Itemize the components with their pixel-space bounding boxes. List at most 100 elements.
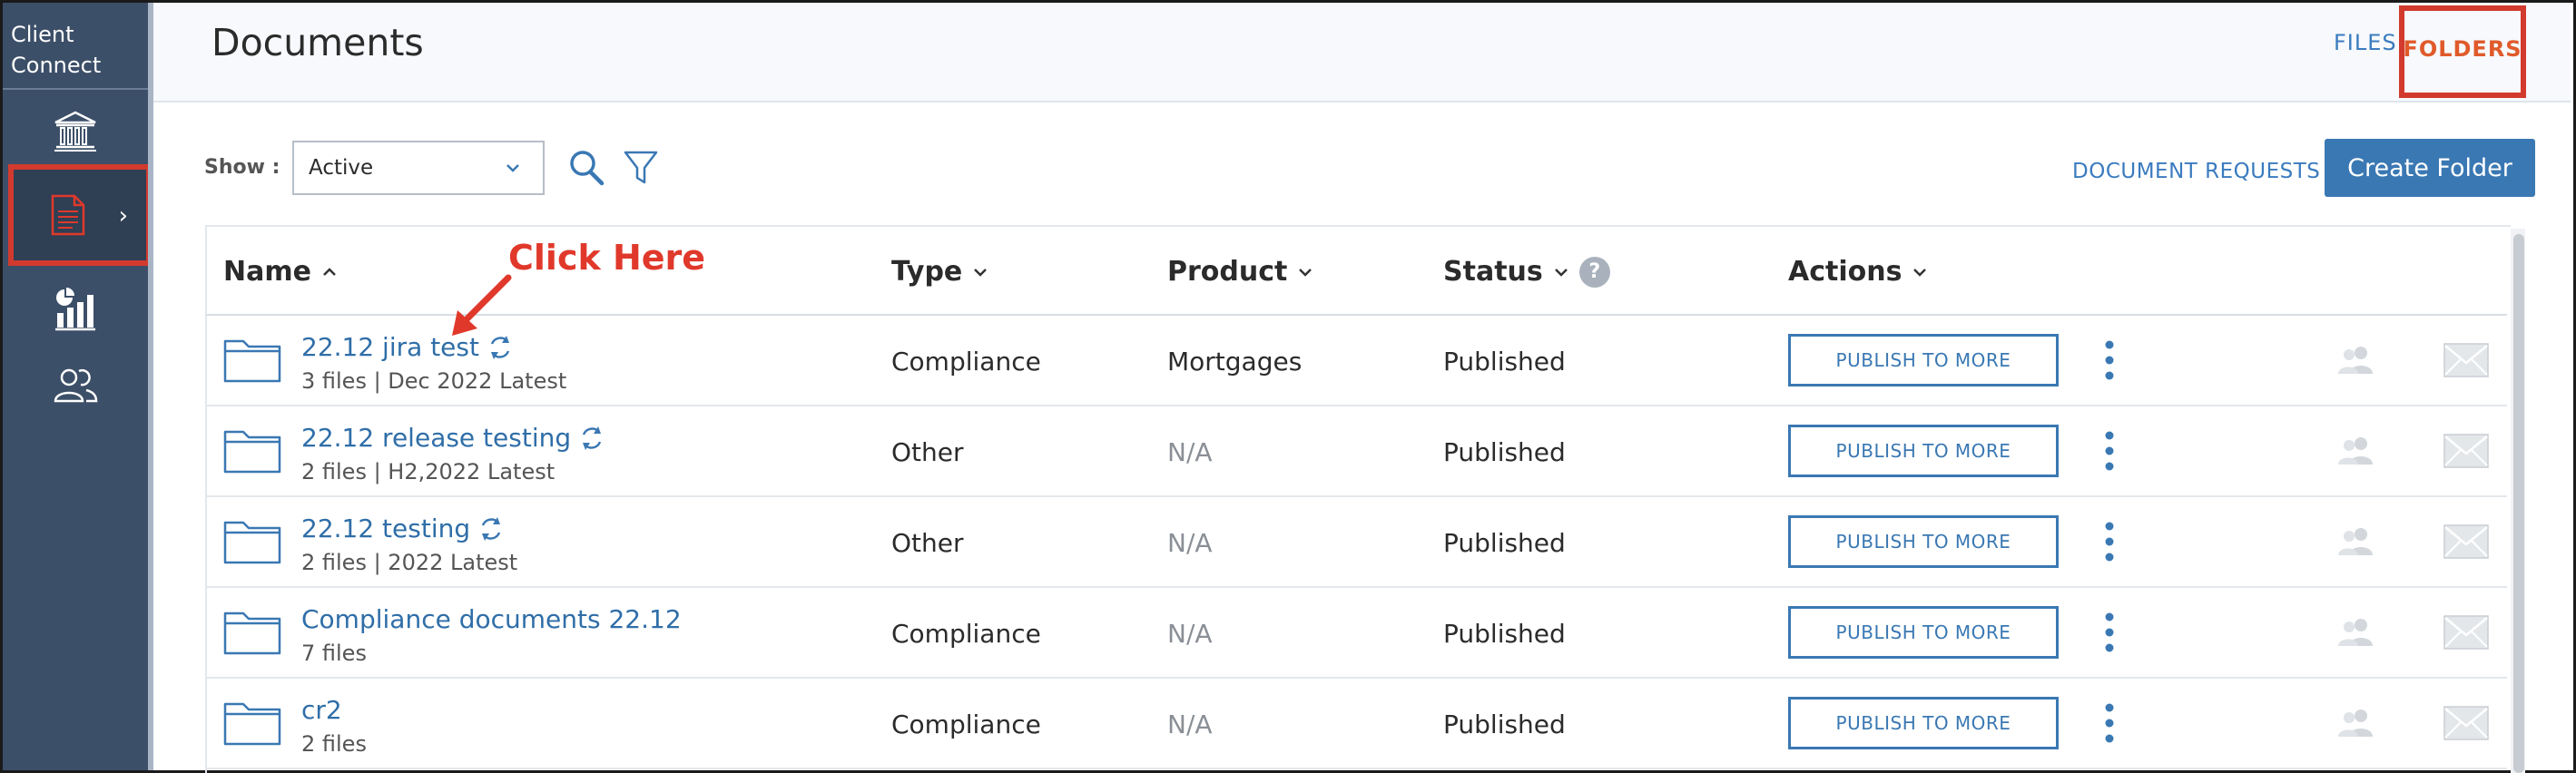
sync-icon <box>481 516 501 541</box>
cell-product: N/A <box>1167 528 1213 558</box>
cell-type: Compliance <box>891 347 1041 377</box>
more-options-icon[interactable] <box>2100 428 2119 474</box>
column-type[interactable]: Type <box>891 256 989 288</box>
table-row[interactable]: cr2 2 files Compliance N/A Published PUB… <box>205 679 2507 769</box>
sidebar-item-users[interactable] <box>3 344 148 426</box>
more-options-icon[interactable] <box>2100 338 2119 383</box>
document-requests-link[interactable]: DOCUMENT REQUESTS <box>2072 160 2320 183</box>
chevron-down-icon <box>1554 268 1568 277</box>
users-icon <box>54 368 98 403</box>
cell-status: Published <box>1443 347 1566 377</box>
folder-meta: 2 files | 2022 Latest <box>301 550 518 575</box>
cell-type: Compliance <box>891 619 1041 649</box>
folder-name: 22.12 release testing <box>301 423 572 453</box>
cell-type: Other <box>891 437 964 467</box>
mail-icon[interactable] <box>2443 706 2489 740</box>
users-icon[interactable] <box>2336 526 2376 557</box>
page-title: Documents <box>211 21 424 64</box>
sort-up-icon <box>323 267 336 276</box>
status-help-icon[interactable]: ? <box>1578 256 1610 288</box>
table-row[interactable]: 22.12 jira test 3 files | Dec 2022 Lates… <box>205 316 2507 406</box>
cell-product: N/A <box>1167 437 1213 467</box>
users-icon[interactable] <box>2336 345 2376 376</box>
chevron-down-icon <box>506 164 519 172</box>
folder-icon <box>223 702 281 746</box>
chart-icon <box>55 288 95 331</box>
search-icon[interactable] <box>568 149 605 187</box>
sidebar-item-reports[interactable] <box>3 268 148 349</box>
folder-icon <box>223 612 281 655</box>
more-options-icon[interactable] <box>2100 519 2119 564</box>
column-status-label: Status <box>1443 256 1543 288</box>
mail-icon[interactable] <box>2443 434 2489 468</box>
folder-name-link[interactable]: 22.12 release testing <box>301 423 605 453</box>
column-name[interactable]: Name <box>223 256 339 288</box>
folder-name-link[interactable]: cr2 <box>301 695 342 725</box>
folder-name-link[interactable]: 22.12 testing <box>301 514 505 543</box>
folder-name: Compliance documents 22.12 <box>301 604 682 634</box>
column-actions-label: Actions <box>1788 256 1903 288</box>
cell-type: Other <box>891 528 964 558</box>
mail-icon[interactable] <box>2443 615 2489 650</box>
cell-product: N/A <box>1167 619 1213 649</box>
show-select[interactable]: Active <box>292 141 545 195</box>
folder-icon <box>223 521 281 564</box>
cell-status: Published <box>1443 709 1566 739</box>
folder-meta: 2 files <box>301 731 367 757</box>
publish-to-more-button[interactable]: PUBLISH TO MORE <box>1788 334 2059 386</box>
folder-meta: 3 files | Dec 2022 Latest <box>301 368 567 394</box>
publish-to-more-button[interactable]: PUBLISH TO MORE <box>1788 515 2059 568</box>
publish-to-more-button[interactable]: PUBLISH TO MORE <box>1788 606 2059 659</box>
mail-icon[interactable] <box>2443 343 2489 377</box>
column-product-label: Product <box>1167 256 1288 288</box>
users-icon[interactable] <box>2336 708 2376 739</box>
folder-icon <box>223 430 281 474</box>
bank-icon <box>54 111 96 152</box>
table-row[interactable]: 22.12 testing 2 files | 2022 Latest Othe… <box>205 497 2507 588</box>
page-header: Documents FILES FOLDERS <box>153 3 2571 103</box>
chevron-down-icon <box>974 268 988 277</box>
chevron-down-icon <box>1913 268 1927 277</box>
publish-to-more-button[interactable]: PUBLISH TO MORE <box>1788 697 2059 749</box>
sidebar-edge <box>148 3 153 770</box>
users-icon[interactable] <box>2336 617 2376 648</box>
folder-name: 22.12 testing <box>301 514 471 543</box>
chevron-right-icon: › <box>118 202 128 230</box>
cell-type: Compliance <box>891 709 1041 739</box>
publish-to-more-button[interactable]: PUBLISH TO MORE <box>1788 425 2059 477</box>
cell-status: Published <box>1443 437 1566 467</box>
annotation-arrow-icon <box>452 274 512 336</box>
filter-icon[interactable] <box>623 149 659 187</box>
column-product[interactable]: Product <box>1167 256 1314 288</box>
show-label: Show : <box>204 156 280 179</box>
sidebar-item-documents[interactable]: › <box>8 164 152 266</box>
table-row[interactable]: 22.12 release testing 2 files | H2,2022 … <box>205 406 2507 497</box>
brand-name: Client Connect <box>11 22 102 78</box>
mail-icon[interactable] <box>2443 524 2489 559</box>
column-type-label: Type <box>891 256 963 288</box>
column-name-label: Name <box>223 256 311 288</box>
cell-product: N/A <box>1167 709 1213 739</box>
folder-meta: 7 files <box>301 641 367 666</box>
sidebar-item-bank[interactable] <box>3 90 148 171</box>
folder-name: cr2 <box>301 695 342 725</box>
column-actions[interactable]: Actions <box>1788 256 1929 288</box>
table-row[interactable]: Compliance documents 22.12 7 files Compl… <box>205 588 2507 679</box>
document-icon <box>51 194 85 236</box>
users-icon[interactable] <box>2336 435 2376 466</box>
more-options-icon[interactable] <box>2100 700 2119 746</box>
more-options-icon[interactable] <box>2100 610 2119 655</box>
column-status[interactable]: Status ? <box>1443 256 1610 288</box>
folder-icon <box>223 339 281 383</box>
folder-name-link[interactable]: Compliance documents 22.12 <box>301 604 682 634</box>
tab-files[interactable]: FILES <box>2334 30 2397 55</box>
sidebar: Client Connect › <box>3 3 152 770</box>
cell-status: Published <box>1443 528 1566 558</box>
create-folder-button[interactable]: Create Folder <box>2325 139 2535 197</box>
cell-product: Mortgages <box>1167 347 1303 377</box>
scrollbar-thumb[interactable] <box>2513 234 2524 773</box>
tab-folders[interactable]: FOLDERS <box>2399 5 2526 98</box>
folder-meta: 2 files | H2,2022 Latest <box>301 459 556 484</box>
annotation-label: Click Here <box>508 238 706 278</box>
cell-status: Published <box>1443 619 1566 649</box>
